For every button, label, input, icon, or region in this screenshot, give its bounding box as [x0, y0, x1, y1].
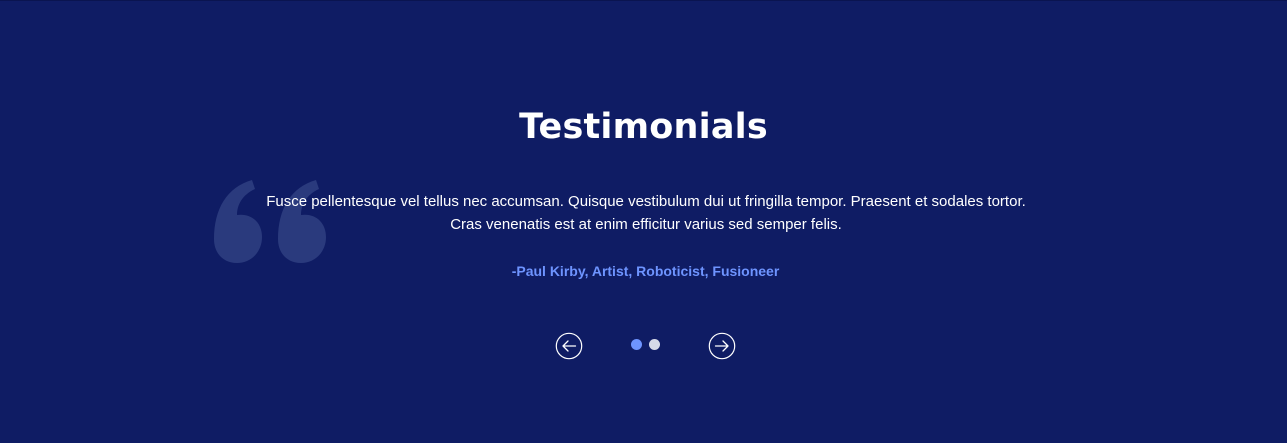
carousel-prev-button[interactable] [555, 332, 583, 360]
section-title: Testimonials [519, 107, 768, 147]
carousel-dot-2[interactable] [649, 339, 660, 350]
carousel-next-button[interactable] [708, 332, 736, 360]
carousel-dots [631, 339, 660, 350]
testimonial-author: -Paul Kirby, Artist, Roboticist, Fusione… [511, 263, 780, 279]
arrow-left-circle-icon [555, 332, 583, 360]
testimonial-quote: Fusce pellentesque vel tellus nec accums… [243, 190, 1049, 236]
testimonials-section: Testimonials Fusce pellentesque vel tell… [0, 0, 1287, 443]
testimonial-quote-line-2: Cras venenatis est at enim efficitur var… [450, 216, 842, 233]
testimonial-quote-line-1: Fusce pellentesque vel tellus nec accums… [266, 193, 1026, 210]
carousel-dot-1[interactable] [631, 339, 642, 350]
arrow-right-circle-icon [708, 332, 736, 360]
